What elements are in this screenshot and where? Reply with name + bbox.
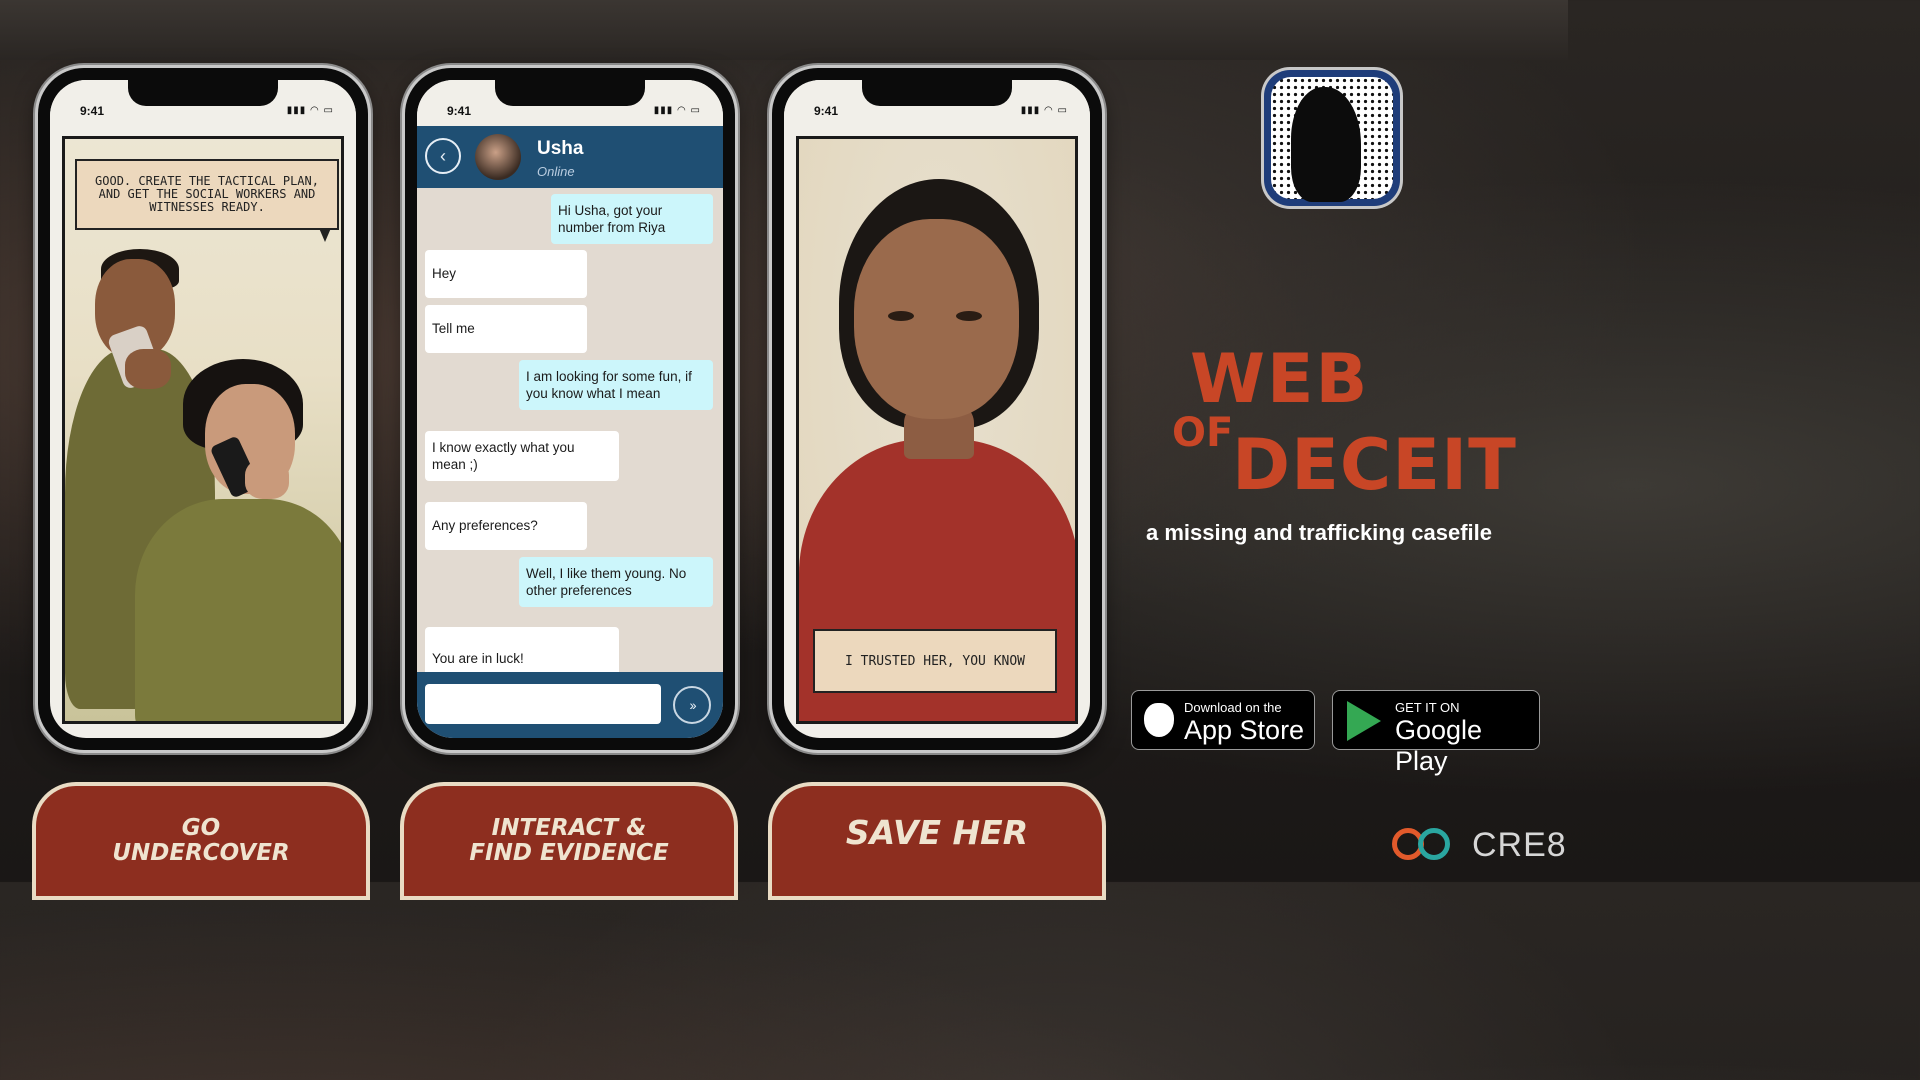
tab-label-line1: Go	[181, 815, 221, 841]
send-button[interactable]: ››	[673, 686, 711, 724]
tab-label-line2: Undercover	[112, 840, 290, 866]
status-time: 9:41	[447, 104, 472, 118]
status-time: 9:41	[80, 104, 105, 118]
status-bar: 9:41 ▮▮▮ ◠ ▭	[417, 80, 723, 126]
title-deceit: DECEIT	[1232, 424, 1517, 506]
signal-wifi-battery-icon: ▮▮▮ ◠ ▭	[1020, 105, 1068, 116]
double-chevron-right-icon: ››	[689, 697, 696, 713]
eye	[956, 311, 982, 321]
halftone-pattern	[1271, 77, 1393, 202]
badge-small-text: GET IT ON	[1395, 700, 1460, 715]
avatar[interactable]	[475, 134, 521, 180]
message-outgoing: Well, I like them young. No other prefer…	[519, 557, 713, 607]
tab-go-undercover[interactable]: Go Undercover	[36, 786, 366, 896]
comic-panel-officers: Good. Create the tactical plan, and get …	[62, 136, 344, 724]
signal-wifi-battery-icon: ▮▮▮ ◠ ▭	[286, 105, 334, 116]
app-store-badge[interactable]: Download on the App Store	[1131, 690, 1315, 750]
background-blur	[0, 0, 1568, 60]
badge-small-text: Download on the	[1184, 700, 1282, 715]
contact-name: Usha	[537, 138, 584, 159]
badge-big-text: Google Play	[1395, 715, 1483, 776]
google-play-badge[interactable]: GET IT ON Google Play	[1332, 690, 1540, 776]
cre8-ring-right-icon	[1418, 828, 1450, 860]
message-incoming: I know exactly what you mean ;)	[425, 431, 619, 481]
badge-big-text: App Store	[1184, 715, 1305, 745]
status-time: 9:41	[814, 104, 839, 118]
message-incoming: You are in luck!	[425, 627, 619, 672]
brand-name: CRE8	[1472, 826, 1567, 864]
message-incoming: Tell me	[425, 305, 587, 353]
tab-label-line2: Find Evidence	[469, 840, 669, 866]
chat-composer: ››	[417, 672, 723, 738]
signal-wifi-battery-icon: ▮▮▮ ◠ ▭	[653, 105, 701, 116]
tab-label-line1: Interact &	[491, 815, 647, 841]
phone-mockup-undercover: 9:41 ▮▮▮ ◠ ▭ Good. Create the tactical p…	[38, 68, 368, 750]
officer-woman-hand	[245, 459, 289, 499]
message-list[interactable]: Hi Usha, got your number from Riya Hey T…	[417, 188, 723, 672]
notch	[128, 80, 278, 106]
message-outgoing: I am looking for some fun, if you know w…	[519, 360, 713, 410]
message-incoming: Hey	[425, 250, 587, 298]
marketing-banner: 9:41 ▮▮▮ ◠ ▭ Good. Create the tactical p…	[0, 0, 1568, 896]
caption-box: I trusted her, you know	[813, 629, 1057, 693]
message-input[interactable]	[425, 684, 661, 724]
speech-bubble: Good. Create the tactical plan, and get …	[75, 159, 339, 242]
phone-screen: 9:41 ▮▮▮ ◠ ▭ Good. Create the tactical p…	[50, 80, 356, 738]
girl-face	[854, 219, 1019, 419]
app-icon	[1264, 70, 1400, 206]
tab-save-her[interactable]: Save Her	[772, 786, 1102, 896]
title-web: WEB	[1190, 340, 1370, 419]
comic-panel-girl: I trusted her, you know	[796, 136, 1078, 724]
phone-mockup-save-her: 9:41 ▮▮▮ ◠ ▭ I trusted her, you know	[772, 68, 1102, 750]
google-play-icon	[1347, 701, 1381, 741]
eye	[888, 311, 914, 321]
notch	[862, 80, 1012, 106]
phone-screen: 9:41 ▮▮▮ ◠ ▭ ‹ Usha Online Hi Usha, got …	[417, 80, 723, 738]
back-button[interactable]: ‹	[425, 138, 461, 174]
status-bar: 9:41 ▮▮▮ ◠ ▭	[784, 80, 1090, 126]
message-outgoing: Hi Usha, got your number from Riya	[551, 194, 713, 244]
title-of: OF	[1172, 410, 1234, 456]
phone-mockup-chat: 9:41 ▮▮▮ ◠ ▭ ‹ Usha Online Hi Usha, got …	[405, 68, 735, 750]
tagline: a missing and trafficking casefile	[1146, 520, 1493, 545]
notch	[495, 80, 645, 106]
contact-status: Online	[537, 164, 575, 179]
officer-woman-figure	[135, 499, 341, 721]
status-bar: 9:41 ▮▮▮ ◠ ▭	[50, 80, 356, 126]
phone-screen: 9:41 ▮▮▮ ◠ ▭ I trusted her, you know	[784, 80, 1090, 738]
officer-man-hand	[125, 349, 171, 389]
tab-label-line1: Save Her	[845, 812, 1029, 852]
chevron-left-icon: ‹	[440, 145, 446, 166]
chat-header: ‹ Usha Online	[417, 126, 723, 188]
message-incoming: Any preferences?	[425, 502, 587, 550]
silhouette-icon	[1291, 87, 1361, 202]
apple-logo-icon	[1144, 703, 1174, 737]
tab-interact-find-evidence[interactable]: Interact & Find Evidence	[404, 786, 734, 896]
